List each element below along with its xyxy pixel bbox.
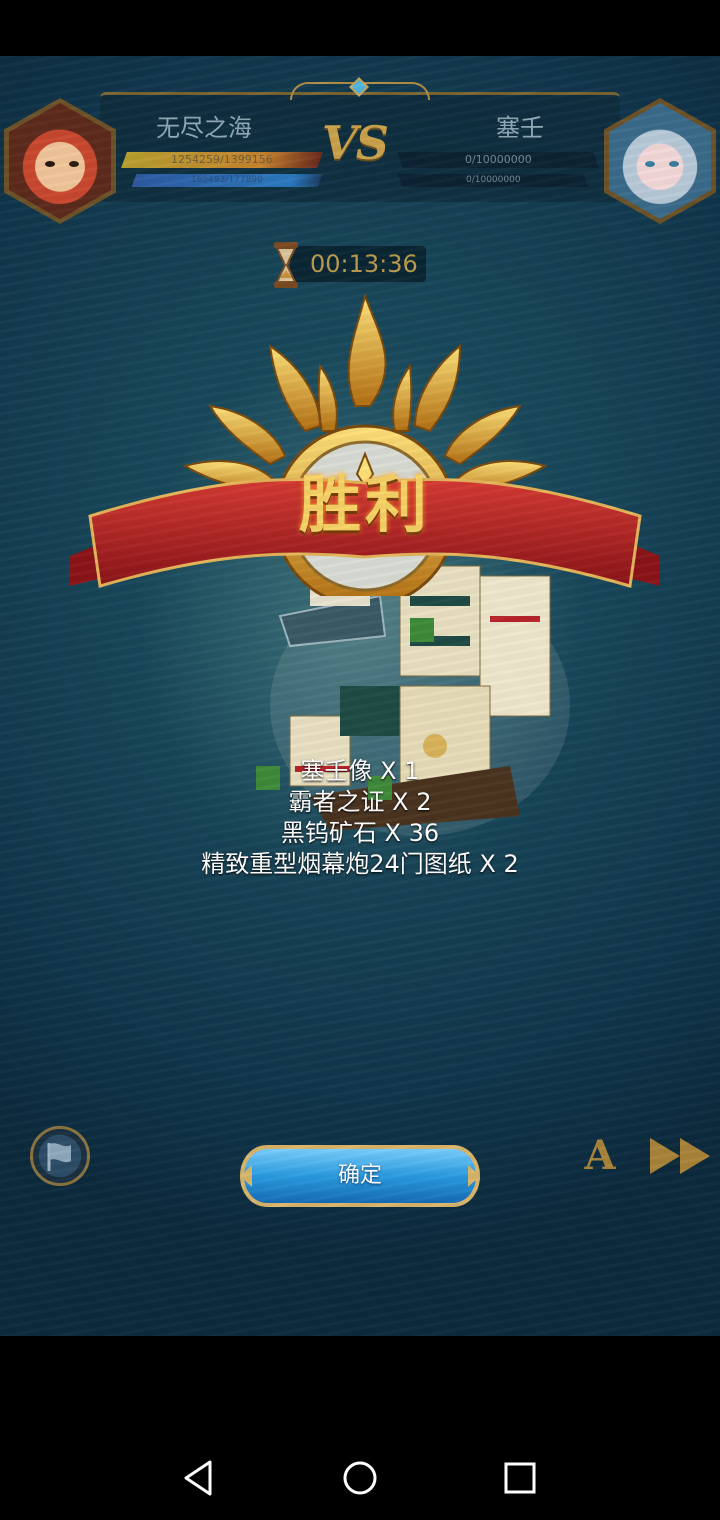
player-hp-value: 1254259/1399156 <box>171 153 273 166</box>
hourglass-icon <box>274 242 298 288</box>
opponent-avatar[interactable] <box>604 98 716 224</box>
player-mp-value: 165493/177890 <box>191 175 263 185</box>
battle-hud: 无尽之海 VS 塞壬 1254259/1399156 165493/177890… <box>0 77 720 288</box>
opponent-name: 塞壬 <box>496 114 544 142</box>
home-circle-icon[interactable] <box>338 1456 382 1500</box>
player-name: 无尽之海 <box>156 114 252 142</box>
opponent-mp-value: 0/10000000 <box>465 175 521 185</box>
fast-forward-icon[interactable] <box>648 1134 714 1178</box>
reward-item: 精致重型烟幕炮24门图纸 X 2 <box>201 850 519 878</box>
status-bar <box>0 0 720 56</box>
confirm-button[interactable]: 确定 <box>238 1143 482 1209</box>
victory-title: 胜利 <box>298 468 431 541</box>
battle-timer: 00:13:36 <box>268 242 428 288</box>
confirm-label: 确定 <box>337 1163 382 1188</box>
reward-item: 塞壬像 X 1 <box>300 757 420 785</box>
flag-icon <box>47 1143 71 1171</box>
sun-banner-graphic <box>70 292 660 608</box>
reward-item: 黑钨矿石 X 36 <box>280 819 440 847</box>
player-mp-bar: 165493/177890 <box>131 174 323 187</box>
player-hp-bar: 1254259/1399156 <box>121 152 323 168</box>
vs-label: VS <box>322 116 389 170</box>
auto-battle-button[interactable]: A <box>580 1131 620 1181</box>
reward-item: 霸者之证 X 2 <box>288 788 432 816</box>
recents-square-icon[interactable] <box>498 1456 542 1500</box>
timer-text: 00:13:36 <box>310 250 418 278</box>
opponent-hp-bar: 0/10000000 <box>397 152 599 168</box>
opponent-hp-value: 0/10000000 <box>464 153 532 166</box>
opponent-mp-bar: 0/10000000 <box>397 174 589 187</box>
reward-list: 塞壬像 X 1 霸者之证 X 2 黑钨矿石 X 36 精致重型烟幕炮24门图纸 … <box>0 756 720 880</box>
navigation-bar <box>0 1336 720 1520</box>
battle-scene: 无尽之海 VS 塞壬 1254259/1399156 165493/177890… <box>0 56 720 1336</box>
surrender-flag-button[interactable] <box>30 1126 90 1186</box>
victory-emblem: 胜利 <box>70 286 660 608</box>
back-triangle-icon[interactable] <box>178 1456 222 1500</box>
